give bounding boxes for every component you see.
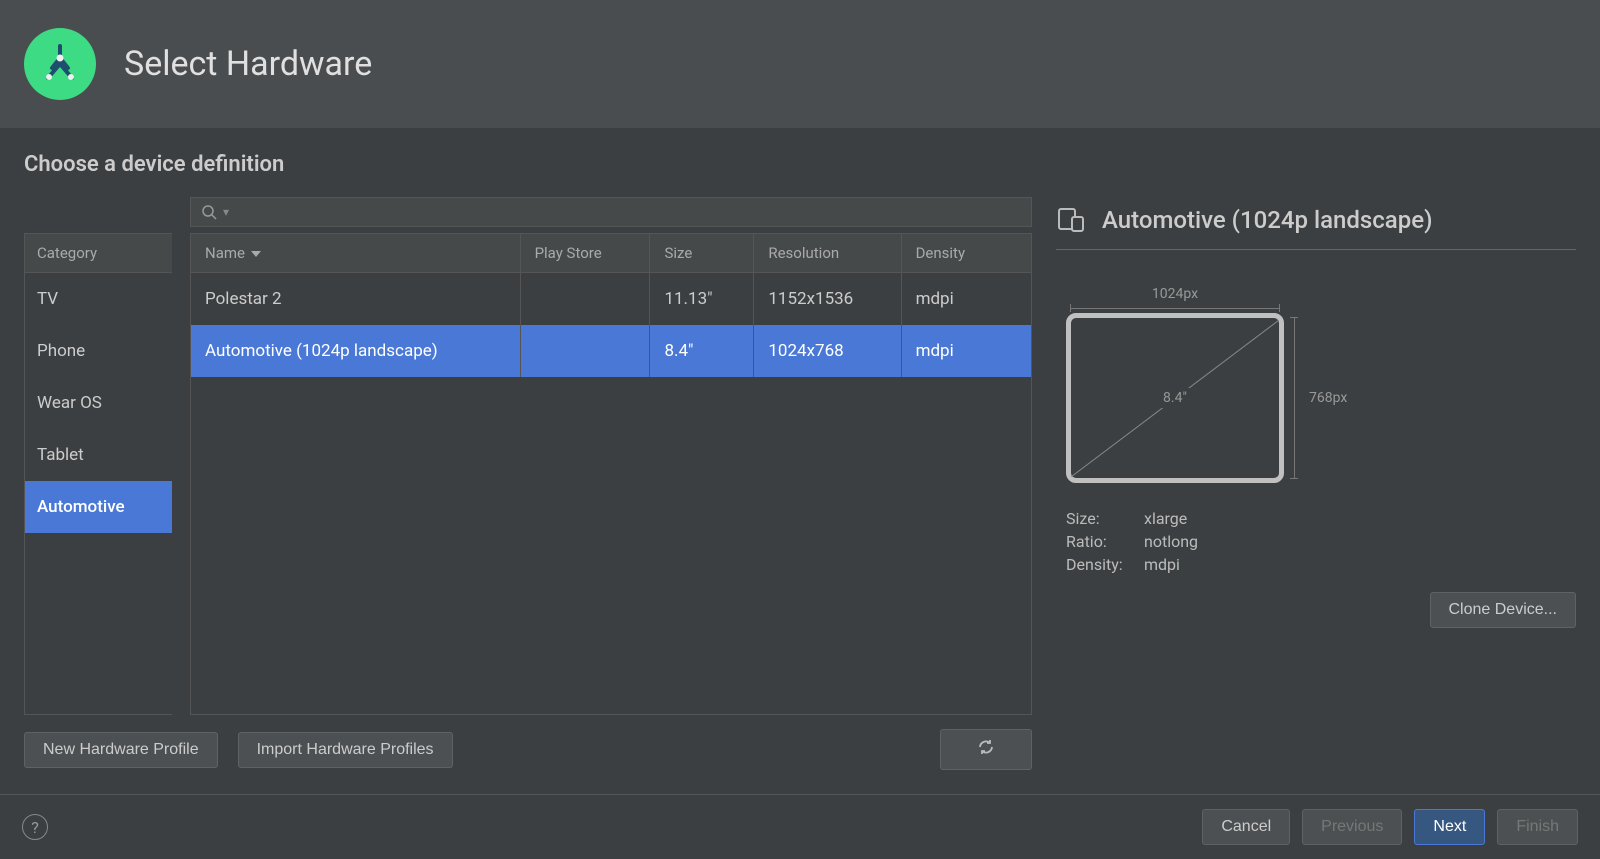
android-studio-logo-icon (24, 28, 96, 100)
th-name[interactable]: Name (191, 234, 520, 273)
left-panel: ▾ Category TV Phone Wear OS Tablet Autom… (24, 197, 1032, 770)
preview-panel: Automotive (1024p landscape) 1024px 8.4"… (1056, 197, 1576, 770)
device-table: Name Play Store Size Resolution Density … (191, 234, 1031, 377)
category-item-tablet[interactable]: Tablet (25, 429, 172, 481)
help-icon: ? (31, 818, 39, 837)
subtitle: Choose a device definition (24, 152, 1576, 177)
next-button[interactable]: Next (1414, 809, 1485, 845)
diagonal-label: 8.4" (1157, 388, 1193, 408)
table-row[interactable]: Polestar 2 11.13" 1152x1536 mdpi (191, 273, 1031, 326)
category-item-phone[interactable]: Phone (25, 325, 172, 377)
th-size[interactable]: Size (650, 234, 754, 273)
devices-icon (1056, 205, 1086, 235)
refresh-icon (977, 738, 995, 756)
main-area: ▾ Category TV Phone Wear OS Tablet Autom… (24, 197, 1576, 770)
cancel-button[interactable]: Cancel (1202, 809, 1290, 845)
category-item-tv[interactable]: TV (25, 273, 172, 325)
device-frame: 8.4" (1066, 313, 1284, 483)
page-title: Select Hardware (124, 44, 372, 84)
refresh-button[interactable] (940, 729, 1032, 770)
previous-button[interactable]: Previous (1302, 809, 1402, 845)
search-box[interactable]: ▾ (190, 197, 1032, 227)
preview-width-label: 1024px (1066, 286, 1284, 302)
chevron-down-icon: ▾ (223, 205, 229, 219)
new-hardware-profile-button[interactable]: New Hardware Profile (24, 732, 218, 768)
th-resolution[interactable]: Resolution (754, 234, 901, 273)
th-density[interactable]: Density (901, 234, 1031, 273)
th-play-store[interactable]: Play Store (520, 234, 650, 273)
import-hardware-profiles-button[interactable]: Import Hardware Profiles (238, 732, 453, 768)
profile-button-row: New Hardware Profile Import Hardware Pro… (24, 729, 1032, 770)
finish-button[interactable]: Finish (1497, 809, 1578, 845)
category-header: Category (25, 234, 172, 273)
clone-device-button[interactable]: Clone Device... (1430, 592, 1577, 628)
content: Choose a device definition ▾ (0, 128, 1600, 794)
device-preview: 1024px 8.4" 768px Size:xlarge Ratio:no (1066, 286, 1576, 578)
help-button[interactable]: ? (22, 814, 48, 840)
sort-desc-icon (251, 251, 261, 257)
search-input[interactable] (235, 204, 1021, 220)
preview-height-label: 768px (1309, 390, 1347, 406)
preview-title: Automotive (1024p landscape) (1102, 206, 1432, 234)
category-item-wear-os[interactable]: Wear OS (25, 377, 172, 429)
table-row[interactable]: Automotive (1024p landscape) 8.4" 1024x7… (191, 325, 1031, 377)
preview-meta: Size:xlarge Ratio:notlong Density:mdpi (1066, 509, 1198, 578)
header: Select Hardware (0, 0, 1600, 128)
category-list: Category TV Phone Wear OS Tablet Automot… (24, 233, 172, 715)
search-icon (201, 204, 217, 220)
category-item-automotive[interactable]: Automotive (25, 481, 172, 533)
footer: ? Cancel Previous Next Finish (0, 794, 1600, 859)
